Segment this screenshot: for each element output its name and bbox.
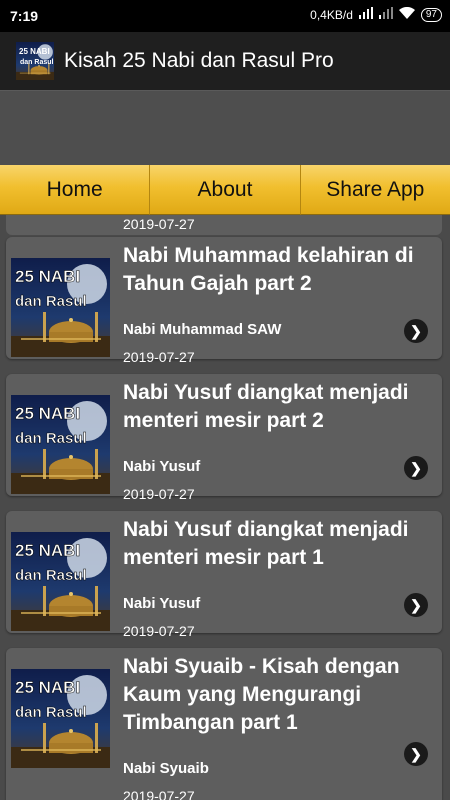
thumb-text-line2: dan Rasul	[15, 567, 87, 584]
thumbnail: 25 NABI dan Rasul	[11, 258, 110, 357]
list-item[interactable]: 25 NABI dan Rasul Nabi Syuaib - Kisah de…	[6, 648, 442, 800]
list-item-partial[interactable]: 2019-07-27	[6, 215, 442, 235]
wifi-icon	[398, 6, 415, 22]
list-item[interactable]: 25 NABI dan Rasul Nabi Yusuf diangkat me…	[6, 511, 442, 639]
thumb-text-line1: 25 NABI	[15, 267, 80, 286]
svg-text:dan Rasul: dan Rasul	[20, 59, 54, 66]
item-date: 2019-07-27	[123, 486, 195, 502]
thumbnail: 25 NABI dan Rasul	[11, 532, 110, 631]
chevron-right-icon[interactable]: ❯	[404, 593, 428, 617]
item-category: Nabi Yusuf	[123, 595, 201, 612]
status-right: 0,4KB/d 97	[310, 6, 442, 22]
tab-bar: Home About Share App	[0, 165, 450, 215]
app-bar: 25 NABI dan Rasul Kisah 25 Nabi dan Rasu…	[0, 32, 450, 90]
banner-area	[0, 90, 450, 166]
signal-icon	[358, 7, 373, 22]
item-category: Nabi Muhammad SAW	[123, 321, 282, 338]
battery-indicator: 97	[420, 7, 442, 22]
story-list[interactable]: 2019-07-27 25 NABI dan Rasul Nabi Muhamm…	[0, 215, 450, 800]
thumb-text-line2: dan Rasul	[15, 430, 87, 447]
thumb-text-line2: dan Rasul	[15, 293, 87, 310]
thumb-text-line1: 25 NABI	[15, 404, 80, 423]
thumb-text-line1: 25 NABI	[15, 678, 80, 697]
item-title: Nabi Syuaib - Kisah dengan Kaum yang Men…	[123, 655, 400, 734]
thumbnail: 25 NABI dan Rasul	[11, 669, 110, 768]
thumbnail: 25 NABI dan Rasul	[11, 395, 110, 494]
tab-about[interactable]: About	[150, 165, 301, 215]
item-date: 2019-07-27	[123, 623, 195, 639]
thumb-text-line1: 25 NABI	[15, 541, 80, 560]
tab-home[interactable]: Home	[0, 165, 151, 215]
item-title: Nabi Yusuf diangkat menjadi menteri mesi…	[123, 518, 409, 569]
app-logo-icon: 25 NABI dan Rasul	[16, 42, 54, 80]
chevron-right-icon[interactable]: ❯	[404, 742, 428, 766]
net-speed: 0,4KB/d	[310, 7, 353, 22]
item-category: Nabi Yusuf	[123, 458, 201, 475]
status-bar: 7:19 0,4KB/d 97	[0, 0, 450, 32]
item-title: Nabi Yusuf diangkat menjadi menteri mesi…	[123, 381, 409, 432]
item-date: 2019-07-27	[123, 349, 195, 365]
app-title: Kisah 25 Nabi dan Rasul Pro	[64, 49, 334, 72]
item-title: Nabi Muhammad kelahiran di Tahun Gajah p…	[123, 244, 414, 295]
svg-text:25 NABI: 25 NABI	[19, 47, 50, 56]
tab-share-app[interactable]: Share App	[300, 165, 450, 215]
list-item[interactable]: 25 NABI dan Rasul Nabi Muhammad kelahira…	[6, 237, 442, 365]
status-time: 7:19	[10, 8, 39, 24]
chevron-right-icon[interactable]: ❯	[404, 456, 428, 480]
list-item[interactable]: 25 NABI dan Rasul Nabi Yusuf diangkat me…	[6, 374, 442, 502]
chevron-right-icon[interactable]: ❯	[404, 319, 428, 343]
item-date: 2019-07-27	[123, 216, 195, 232]
signal-icon-2	[378, 7, 393, 22]
item-category: Nabi Syuaib	[123, 760, 209, 777]
item-date: 2019-07-27	[123, 788, 195, 800]
thumb-text-line2: dan Rasul	[15, 704, 87, 721]
